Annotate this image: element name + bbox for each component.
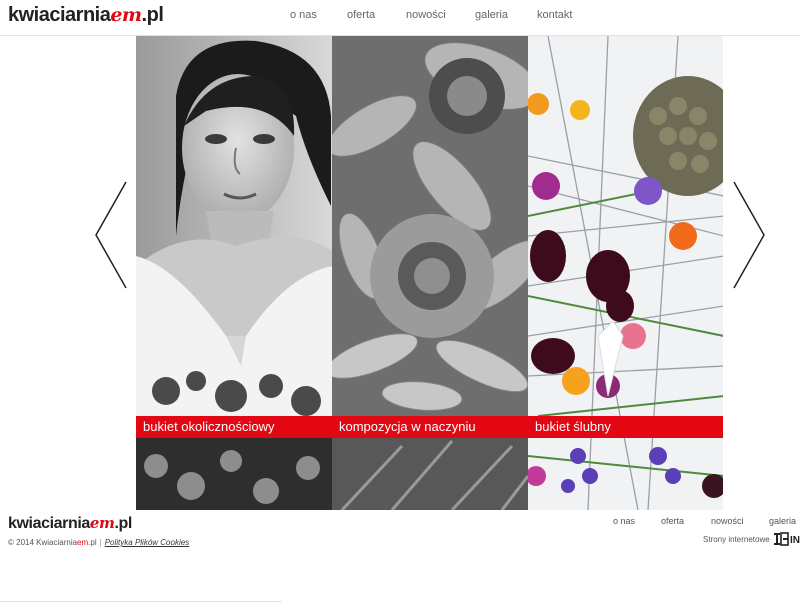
footer-nav-o-nas[interactable]: o nas — [613, 516, 635, 526]
copyright-separator: | — [99, 538, 102, 547]
copyright-accent: em — [77, 538, 89, 547]
slider-panel-bukiet-okolicznosciowy[interactable]: bukiet okolicznościowy — [136, 36, 332, 510]
footer-logo[interactable]: kwiaciarniaem.pl — [8, 514, 132, 533]
slider-panel-kompozycja-w-naczyniu[interactable]: kompozycja w naczyniu — [332, 36, 528, 510]
agency-logo-text: IN — [790, 535, 800, 546]
footer-nav-galeria[interactable]: galeria — [769, 516, 796, 526]
nav-item-oferta[interactable]: oferta — [347, 9, 375, 21]
agency-logo-icon: IN — [774, 532, 800, 546]
copyright-prefix: © 2014 Kwiaciarnia — [8, 538, 78, 547]
copyright-suffix: .pl — [88, 538, 97, 547]
slider-prev-button[interactable] — [94, 180, 128, 290]
copyright-text: © 2014 Kwiaciarniaem.pl | Polityka Plików … — [8, 538, 189, 547]
page: kwiaciarniaem.pl o nas oferta nowości ga… — [0, 0, 800, 602]
footer-logo-accent: em — [89, 514, 115, 532]
footer-nav-oferta[interactable]: oferta — [661, 516, 684, 526]
agency-logo[interactable]: IN — [773, 532, 800, 546]
chevron-right-icon — [733, 181, 765, 289]
nav-item-o-nas[interactable]: o nas — [290, 9, 317, 21]
footer-logo-suffix: .pl — [114, 515, 133, 532]
footer-logo-text: kwiaciarnia — [8, 515, 90, 532]
footer-nav-nowosci[interactable]: nowości — [711, 516, 744, 526]
gerbera-photo — [332, 36, 528, 510]
nav-item-galeria[interactable]: galeria — [475, 9, 508, 21]
credit-text: Strony internetowe — [703, 535, 770, 544]
chevron-left-icon — [95, 181, 127, 289]
main-nav: o nas oferta nowości galeria kontakt — [0, 9, 800, 25]
slider-panel-bukiet-slubny[interactable]: bukiet ślubny — [528, 36, 723, 510]
site-header: kwiaciarniaem.pl o nas oferta nowości ga… — [0, 0, 800, 36]
panel-caption: kompozycja w naczyniu — [332, 416, 528, 438]
nav-item-kontakt[interactable]: kontakt — [537, 9, 572, 21]
image-slider: bukiet okolicznościowy kompozycja w nacz… — [136, 36, 723, 510]
cookies-policy-link[interactable]: Polityka Plików Cookies — [105, 538, 189, 547]
slider-next-button[interactable] — [732, 180, 766, 290]
site-footer: kwiaciarniaem.pl o nas oferta nowości ga… — [0, 510, 800, 602]
panel-caption: bukiet ślubny — [528, 416, 723, 438]
bouquet-photo — [528, 36, 723, 510]
bride-photo — [136, 36, 332, 510]
nav-item-nowosci[interactable]: nowości — [406, 9, 446, 21]
panel-caption: bukiet okolicznościowy — [136, 416, 332, 438]
